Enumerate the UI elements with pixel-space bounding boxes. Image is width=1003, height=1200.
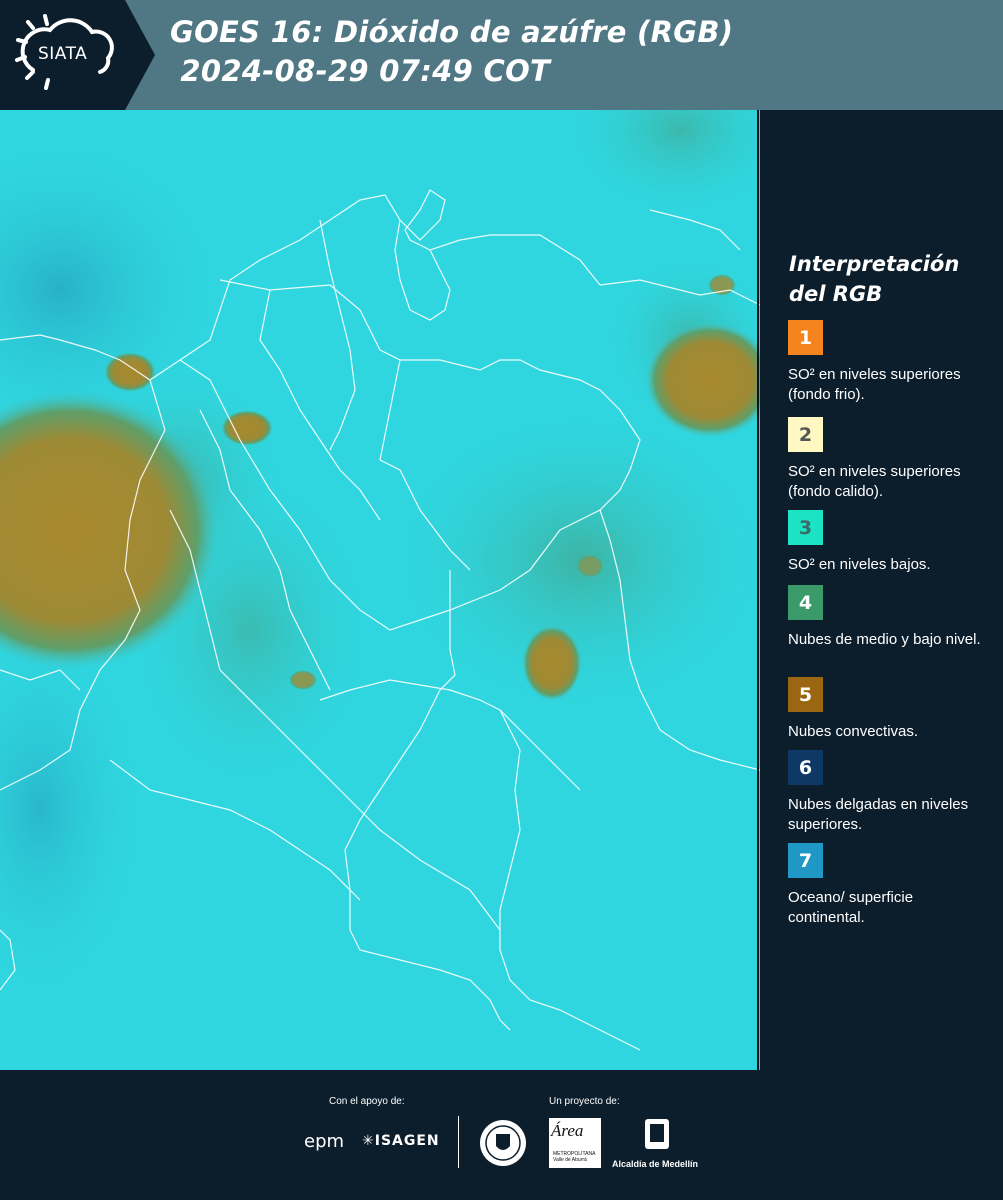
convective-cloud [221,410,273,446]
legend-swatch: 7 [788,843,823,878]
page-title: GOES 16: Dióxido de azúfre (RGB) [170,15,734,49]
legend-swatch: 1 [788,320,823,355]
isagen-logo-text: ISAGEN [374,1133,440,1149]
alcaldia-logo-text: Alcaldía de Medellín [612,1159,699,1169]
legend-label: SO² en niveles superiores (fondo frio). [788,366,961,403]
legend-swatch: 4 [788,585,823,620]
isagen-logo: ✳ISAGEN [362,1133,440,1149]
convective-cloud [104,352,156,392]
isagen-star-icon: ✳ [362,1133,375,1149]
support-caption: Con el apoyo de: [329,1096,405,1107]
legend-label: Nubes convectivas. [788,723,919,740]
legend-label: Oceano/ superficie continental. [788,889,914,926]
area-metropolitana-subtext: METROPOLITANA Valle de Aburrá [553,1151,596,1163]
map-divider [757,110,759,1070]
legend-label: Nubes de medio y bajo nivel. [788,631,981,648]
siata-logo-text: SIATA [38,44,88,64]
legend-label: Nubes delgadas en niveles superiores. [788,796,969,833]
medellin-seal-icon [480,1120,526,1166]
legend-swatch: 2 [788,417,823,452]
map-image [0,110,760,1070]
siata-logo-block: SIATA [0,0,155,110]
convective-cloud [289,670,317,690]
legend-swatch: 6 [788,750,823,785]
area-metropolitana-logo: Área METROPOLITANA Valle de Aburrá [549,1118,601,1168]
area-metropolitana-text: Área [551,1121,584,1140]
satellite-map [0,110,760,1070]
footer-separator [458,1116,459,1168]
project-caption: Un proyecto de: [549,1096,620,1107]
legend-label: SO² en niveles bajos. [788,556,931,573]
convective-cloud [576,554,604,578]
epm-logo: epm [304,1131,345,1152]
convective-cloud [522,625,582,701]
alcaldia-shield-icon [645,1119,669,1149]
header-bar: SIATA GOES 16: Dióxido de azúfre (RGB) 2… [0,0,1003,110]
legend-label: SO² en niveles superiores (fondo calido)… [788,463,961,500]
legend-swatch: 5 [788,677,823,712]
page-subtitle-datetime: 2024-08-29 07:49 COT [170,54,551,88]
legend-title: Interpretación del RGB [789,252,960,306]
legend-swatch: 3 [788,510,823,545]
